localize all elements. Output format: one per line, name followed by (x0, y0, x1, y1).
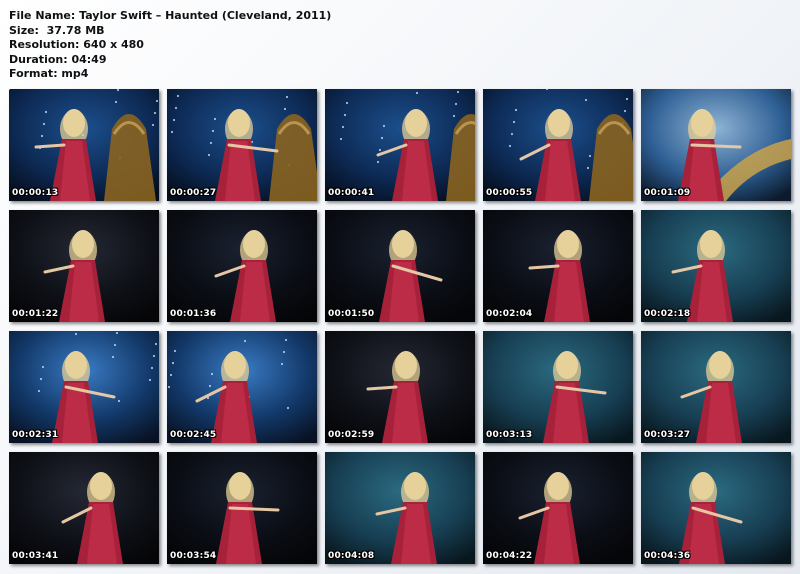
timestamp: 00:02:31 (12, 430, 59, 440)
frame-image (483, 210, 633, 322)
timestamp: 00:03:41 (12, 551, 59, 561)
frame-image (167, 331, 317, 443)
frame-image (167, 452, 317, 564)
video-thumbnail[interactable]: 00:00:27 (167, 89, 317, 201)
timestamp: 00:01:36 (170, 309, 217, 319)
duration: Duration: 04:49 (9, 52, 107, 66)
frame-image (9, 210, 159, 322)
timestamp: 00:03:54 (170, 551, 217, 561)
timestamp: 00:00:13 (12, 188, 59, 198)
file-size: Size: 37.78 MB (9, 23, 105, 37)
frame-image (641, 210, 791, 322)
timestamp: 00:02:04 (486, 309, 533, 319)
resolution: Resolution: 640 x 480 (9, 38, 144, 52)
video-thumbnail[interactable]: 00:00:13 (9, 89, 159, 201)
timestamp: 00:03:13 (486, 430, 533, 440)
video-thumbnail[interactable]: 00:03:13 (483, 331, 633, 443)
frame-image (325, 452, 475, 564)
timestamp: 00:01:50 (328, 309, 375, 319)
frame-image (9, 331, 159, 443)
frame-image (167, 210, 317, 322)
video-thumbnail[interactable]: 00:02:59 (325, 331, 475, 443)
video-thumbnail[interactable]: 00:02:18 (641, 210, 791, 322)
frame-image (483, 89, 633, 201)
timestamp: 00:02:45 (170, 430, 217, 440)
timestamp: 00:03:27 (644, 430, 691, 440)
thumbnail-grid: 00:00:13 00:00:27 00:00:41 00:00:55 00:0… (9, 89, 791, 564)
video-thumbnail[interactable]: 00:04:36 (641, 452, 791, 564)
timestamp: 00:00:55 (486, 188, 533, 198)
video-thumbnail[interactable]: 00:02:31 (9, 331, 159, 443)
file-name: File Name: Taylor Swift – Haunted (Cleve… (9, 9, 332, 22)
frame-image (325, 210, 475, 322)
video-thumbnail[interactable]: 00:00:41 (325, 89, 475, 201)
video-thumbnail[interactable]: 00:03:41 (9, 452, 159, 564)
timestamp: 00:04:36 (644, 551, 691, 561)
frame-image (641, 452, 791, 564)
frame-image (9, 452, 159, 564)
video-thumbnail[interactable]: 00:00:55 (483, 89, 633, 201)
format: Format: mp4 (9, 67, 89, 81)
timestamp: 00:00:27 (170, 188, 217, 198)
video-thumbnail[interactable]: 00:01:09 (641, 89, 791, 201)
video-thumbnail[interactable]: 00:01:50 (325, 210, 475, 322)
video-thumbnail[interactable]: 00:03:27 (641, 331, 791, 443)
frame-image (167, 89, 317, 201)
video-thumbnail[interactable]: 00:04:08 (325, 452, 475, 564)
timestamp: 00:02:59 (328, 430, 375, 440)
file-info: File Name: Taylor Swift – Haunted (Cleve… (9, 9, 331, 82)
video-thumbnail[interactable]: 00:02:04 (483, 210, 633, 322)
video-thumbnail[interactable]: 00:03:54 (167, 452, 317, 564)
timestamp: 00:02:18 (644, 309, 691, 319)
timestamp: 00:04:08 (328, 551, 375, 561)
timestamp: 00:04:22 (486, 551, 533, 561)
frame-image (9, 89, 159, 201)
contact-sheet: File Name: Taylor Swift – Haunted (Cleve… (0, 0, 800, 574)
frame-image (325, 331, 475, 443)
timestamp: 00:01:22 (12, 309, 59, 319)
frame-image (641, 331, 791, 443)
frame-image (483, 452, 633, 564)
frame-image (483, 331, 633, 443)
timestamp: 00:00:41 (328, 188, 375, 198)
video-thumbnail[interactable]: 00:01:22 (9, 210, 159, 322)
timestamp: 00:01:09 (644, 188, 691, 198)
video-thumbnail[interactable]: 00:01:36 (167, 210, 317, 322)
frame-image (641, 89, 791, 201)
frame-image (325, 89, 475, 201)
video-thumbnail[interactable]: 00:04:22 (483, 452, 633, 564)
video-thumbnail[interactable]: 00:02:45 (167, 331, 317, 443)
